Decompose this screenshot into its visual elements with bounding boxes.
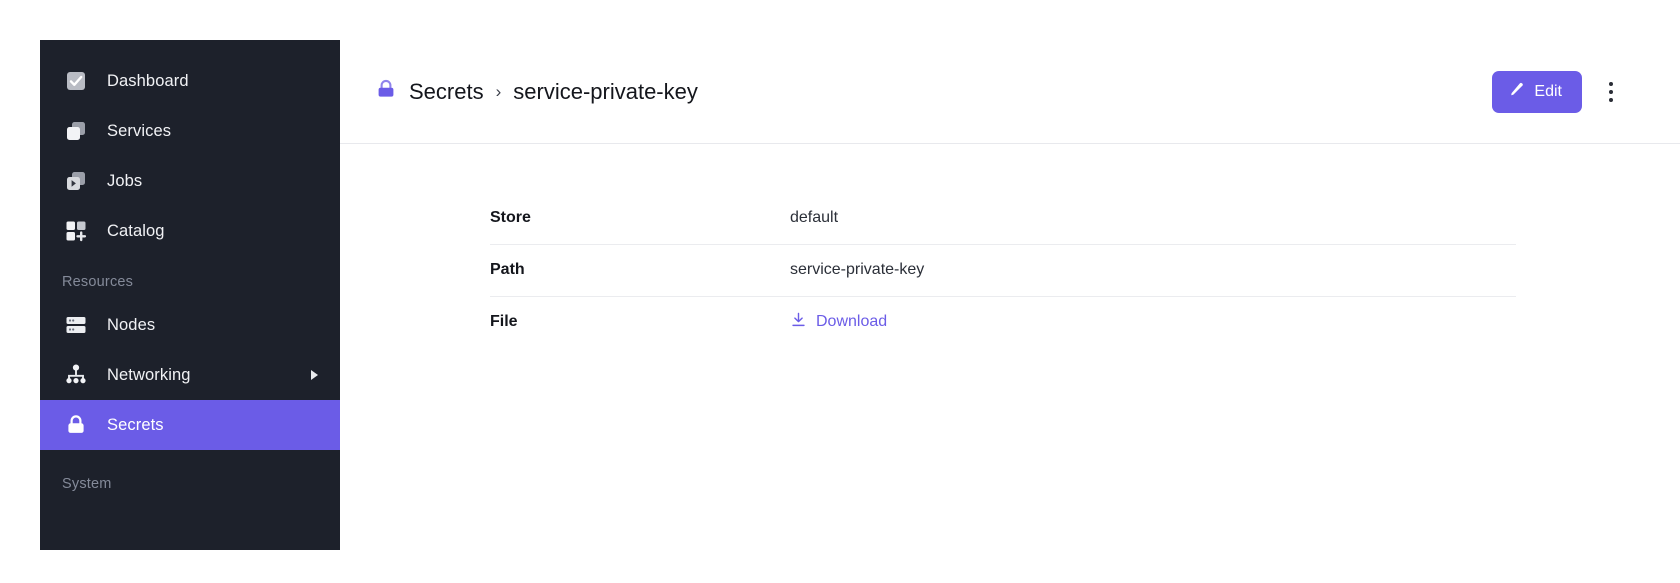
edit-button[interactable]: Edit — [1492, 70, 1582, 113]
field-value: service-private-key — [790, 243, 1516, 296]
pencil-icon — [1509, 81, 1525, 102]
field-label: Path — [490, 243, 790, 296]
kebab-dot — [1609, 97, 1613, 102]
download-link[interactable]: Download — [790, 311, 887, 333]
sidebar-item-nodes[interactable]: Nodes — [40, 300, 340, 350]
sidebar-item-catalog[interactable]: Catalog — [40, 206, 340, 256]
edit-button-label: Edit — [1534, 82, 1562, 100]
sidebar: Dashboard Services Jobs Catalog Resource… — [40, 40, 340, 550]
sidebar-item-jobs[interactable]: Jobs — [40, 156, 340, 206]
jobs-play-icon — [62, 167, 90, 195]
catalog-grid-plus-icon — [62, 217, 90, 245]
field-label: File — [490, 295, 790, 348]
sidebar-item-services[interactable]: Services — [40, 106, 340, 156]
breadcrumb-current: service-private-key — [513, 78, 698, 104]
field-value: default — [790, 208, 839, 226]
header-actions: Edit — [1492, 70, 1624, 113]
sidebar-section-system: System — [62, 476, 112, 492]
sidebar-item-dashboard[interactable]: Dashboard — [40, 56, 340, 106]
sidebar-item-label: Secrets — [107, 415, 164, 434]
sidebar-item-label: Catalog — [107, 221, 165, 240]
sidebar-item-networking[interactable]: Networking — [40, 350, 340, 400]
lock-icon — [374, 77, 398, 106]
field-label: Store — [490, 208, 531, 226]
page-header: Secrets › service-private-key Edit — [340, 40, 1680, 144]
table-row: File Download — [490, 295, 1516, 348]
sidebar-primary-nav: Dashboard Services Jobs Catalog Resource… — [40, 40, 340, 502]
sidebar-item-label: Dashboard — [107, 71, 189, 90]
networking-tree-icon — [62, 361, 90, 389]
field-value-cell: Download — [790, 295, 1516, 348]
breadcrumb-root[interactable]: Secrets — [409, 79, 484, 105]
table-row: Path service-private-key — [490, 243, 1516, 296]
dashboard-check-icon — [62, 67, 90, 95]
sidebar-item-label: Jobs — [107, 171, 143, 190]
main-content: Store default Path service-private-key F… — [340, 144, 1680, 583]
sidebar-section-resources: Resources — [62, 274, 134, 290]
nodes-server-icon — [62, 311, 90, 339]
services-stack-icon — [62, 117, 90, 145]
sidebar-item-label: Services — [107, 121, 172, 140]
breadcrumb-separator: › — [495, 81, 502, 101]
chevron-right-icon[interactable] — [311, 370, 318, 380]
kebab-dot — [1609, 81, 1613, 86]
breadcrumb: Secrets › service-private-key — [374, 77, 1492, 106]
sidebar-item-label: Nodes — [107, 315, 156, 334]
download-icon — [790, 311, 807, 333]
more-vertical-icon[interactable] — [1598, 74, 1624, 110]
secret-detail-table: Store default Path service-private-key F… — [490, 192, 1516, 348]
sidebar-item-label: Networking — [107, 365, 191, 384]
download-link-label: Download — [816, 313, 888, 331]
secrets-lock-icon — [62, 411, 90, 439]
sidebar-item-secrets[interactable]: Secrets — [40, 400, 340, 450]
kebab-dot — [1609, 89, 1613, 94]
table-row: Store default — [490, 192, 1516, 244]
